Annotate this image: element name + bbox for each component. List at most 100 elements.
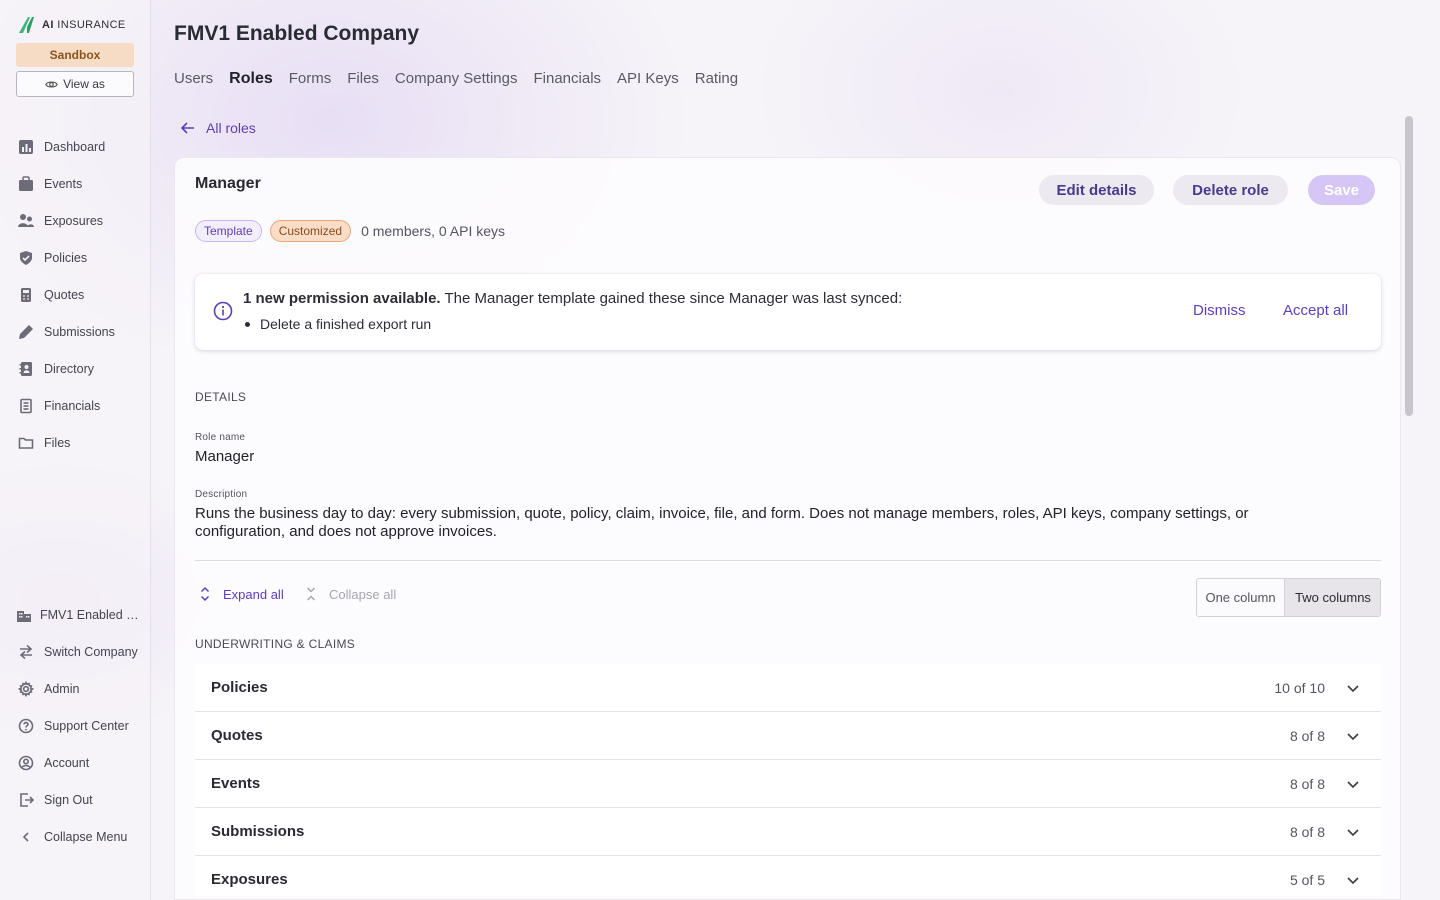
sandbox-badge: Sandbox <box>16 43 134 67</box>
chevron-down-icon <box>1347 733 1359 741</box>
permission-group-quotes[interactable]: Quotes 8 of 8 <box>195 712 1381 760</box>
people-icon <box>18 214 34 227</box>
group-count: 8 of 8 <box>1289 728 1325 744</box>
members-count: 0 members, 0 API keys <box>361 223 506 239</box>
sidebar-item-company[interactable]: FMV1 Enabled … <box>16 604 139 626</box>
dismiss-button[interactable]: Dismiss <box>1193 302 1246 319</box>
group-count: 10 of 10 <box>1274 680 1325 696</box>
sidebar-item-policies[interactable]: Policies <box>18 247 87 269</box>
logo[interactable]: AI INSURANCE <box>17 15 126 35</box>
collapse-all-button[interactable]: Collapse all <box>305 586 396 602</box>
tab-financials[interactable]: Financials <box>534 70 602 88</box>
sidebar-item-directory[interactable]: Directory <box>18 358 94 380</box>
arrow-left-icon <box>180 122 194 134</box>
ledger-icon <box>20 398 32 414</box>
eye-icon <box>45 80 58 88</box>
permission-alert: 1 new permission available. The Manager … <box>195 274 1381 350</box>
tab-forms[interactable]: Forms <box>289 70 332 88</box>
tab-rating[interactable]: Rating <box>695 70 738 88</box>
save-button[interactable]: Save <box>1308 175 1375 205</box>
chevron-down-icon <box>1347 877 1359 885</box>
sidebar-item-label: Dashboard <box>44 140 106 154</box>
delete-role-button[interactable]: Delete role <box>1173 175 1288 205</box>
chevron-left-icon <box>22 832 29 842</box>
tab-roles[interactable]: Roles <box>229 70 273 88</box>
sidebar-item-quotes[interactable]: Quotes <box>18 284 84 306</box>
view-as-button[interactable]: View as <box>16 71 134 97</box>
logo-mark-icon <box>19 17 34 33</box>
tab-users[interactable]: Users <box>174 70 213 88</box>
sidebar-item-label: Events <box>44 177 83 191</box>
sidebar-item-label: Exposures <box>44 214 104 228</box>
permission-group-submissions[interactable]: Submissions 8 of 8 <box>195 808 1381 856</box>
sidebar-item-label: Admin <box>44 682 80 696</box>
sidebar-item-label: Switch Company <box>44 645 138 659</box>
collapse-all-label: Collapse all <box>329 586 397 602</box>
permission-group-exposures[interactable]: Exposures 5 of 5 <box>195 856 1381 899</box>
scrollbar-thumb[interactable] <box>1405 116 1413 416</box>
group-name: Submissions <box>211 823 305 840</box>
sidebar-item-dashboard[interactable]: Dashboard <box>18 136 105 158</box>
template-badge: Template <box>195 220 262 242</box>
sidebar-item-label: Support Center <box>44 719 129 733</box>
switch-icon <box>19 644 33 660</box>
sidebar-item-label: Files <box>44 436 71 450</box>
expand-all-label: Expand all <box>223 586 284 602</box>
all-roles-label: All roles <box>206 120 256 136</box>
sidebar-item-account[interactable]: Account <box>18 752 89 774</box>
sidebar-item-label: Sign Out <box>44 793 93 807</box>
permission-group-policies[interactable]: Policies 10 of 10 <box>195 664 1381 712</box>
chart-icon <box>19 140 33 154</box>
sidebar-item-sign-out[interactable]: Sign Out <box>18 789 93 811</box>
divider <box>195 560 1381 561</box>
accept-all-button[interactable]: Accept all <box>1283 302 1348 319</box>
chevron-down-icon <box>1347 781 1359 789</box>
sidebar-item-switch-company[interactable]: Switch Company <box>18 641 138 663</box>
customized-badge: Customized <box>269 220 352 242</box>
bullet <box>245 321 250 327</box>
collapse-menu-button[interactable]: Collapse Menu <box>18 826 127 848</box>
sidebar-item-financials[interactable]: Financials <box>18 395 100 417</box>
tab-company-settings[interactable]: Company Settings <box>395 70 518 88</box>
all-roles-link[interactable]: All roles <box>180 120 256 136</box>
sidebar-item-label: Account <box>44 756 90 770</box>
view-as-label: View as <box>63 77 105 91</box>
sidebar-item-label: Directory <box>44 362 95 376</box>
sidebar-item-support-center[interactable]: Support Center <box>18 715 129 737</box>
expand-all-button[interactable]: Expand all <box>199 586 284 602</box>
tab-bar: Users Roles Forms Files Company Settings… <box>174 70 738 88</box>
group-count: 5 of 5 <box>1289 872 1325 888</box>
sidebar-item-label: Quotes <box>44 288 85 302</box>
role-card: Manager Edit details Delete role Save Te… <box>174 157 1401 900</box>
chevron-down-icon <box>1347 829 1359 837</box>
pen-icon <box>19 325 33 339</box>
two-columns-option[interactable]: Two columns <box>1285 579 1380 616</box>
sidebar-item-submissions[interactable]: Submissions <box>18 321 115 343</box>
permission-group-events[interactable]: Events 8 of 8 <box>195 760 1381 808</box>
sidebar-item-label: Financials <box>44 399 101 413</box>
sidebar-item-files[interactable]: Files <box>18 432 70 454</box>
group-name: Policies <box>211 679 268 696</box>
details-section-label: DETAILS <box>195 390 247 404</box>
role-badges: Template Customized 0 members, 0 API key… <box>195 220 505 242</box>
sidebar: AI INSURANCE Sandbox View as Dashboard E… <box>0 0 151 900</box>
sidebar-item-exposures[interactable]: Exposures <box>18 210 103 232</box>
group-name: Events <box>211 775 261 792</box>
edit-details-button[interactable]: Edit details <box>1039 175 1154 205</box>
alert-list-item: Delete a finished export run <box>245 316 431 332</box>
group-count: 8 of 8 <box>1289 776 1325 792</box>
tab-api-keys[interactable]: API Keys <box>617 70 679 88</box>
signout-icon <box>20 793 34 807</box>
sidebar-item-events[interactable]: Events <box>18 173 82 195</box>
description-value: Runs the business day to day: every subm… <box>195 505 1249 540</box>
sidebar-item-label: Submissions <box>44 325 115 339</box>
role-title: Manager <box>195 175 261 192</box>
permission-groups: Policies 10 of 10 Quotes 8 of 8 Events 8… <box>195 664 1381 899</box>
calculator-icon <box>21 288 31 302</box>
sidebar-item-admin[interactable]: Admin <box>18 678 79 700</box>
tab-files[interactable]: Files <box>347 70 379 88</box>
role-name-value: Manager <box>195 448 255 465</box>
logo-text: AI INSURANCE <box>42 19 126 31</box>
help-icon <box>18 718 34 734</box>
one-column-option[interactable]: One column <box>1197 579 1285 616</box>
